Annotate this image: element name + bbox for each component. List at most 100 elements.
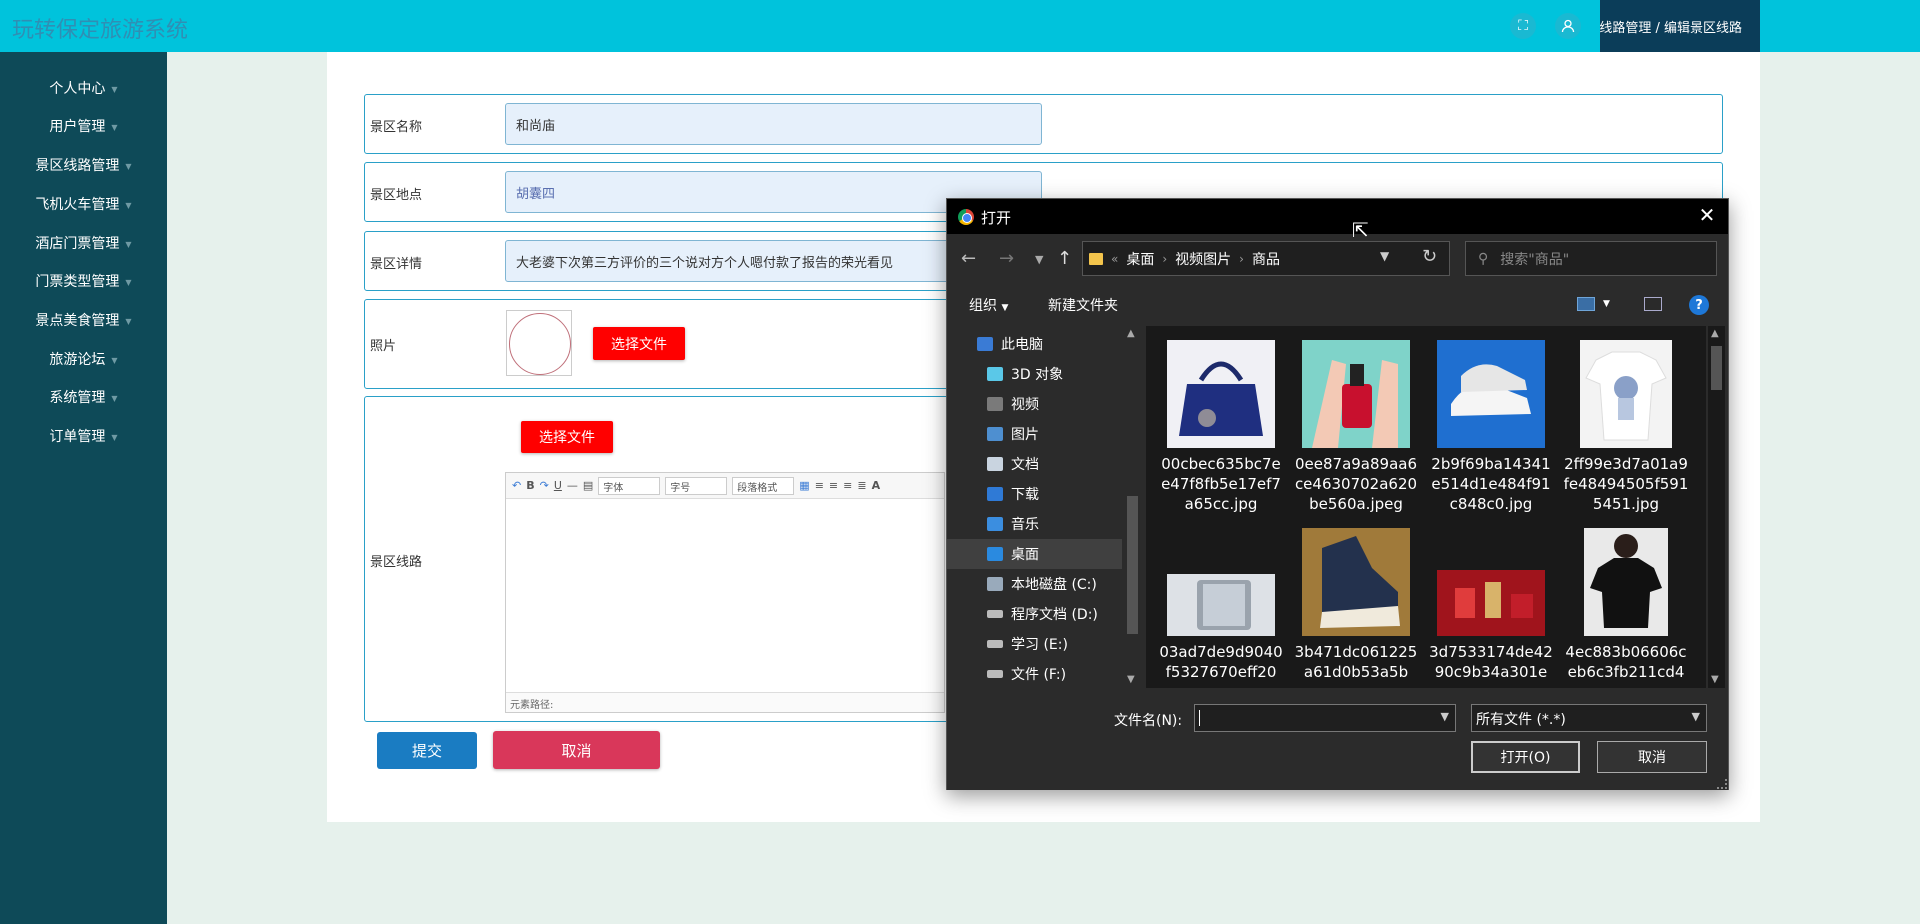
editor-status-bar: 元素路径: <box>506 692 944 712</box>
chevron-down-icon[interactable]: ▼ <box>1603 299 1610 309</box>
file-thumbnail <box>1572 528 1680 636</box>
path-segment[interactable]: 桌面 <box>1126 249 1154 269</box>
file-item[interactable]: 2ff99e3d7a01a9fe48494505f5915451.jpg <box>1561 340 1691 514</box>
scroll-down-icon[interactable]: ▼ <box>1711 674 1719 685</box>
align-left-icon[interactable]: ≡ <box>815 479 824 492</box>
drive-c-icon <box>987 577 1003 591</box>
filename-input[interactable]: ▼ <box>1194 704 1456 732</box>
nav-item-drive-c[interactable]: 本地磁盘 (C:) <box>947 569 1122 599</box>
paste-icon[interactable]: ▤ <box>583 479 593 492</box>
resize-grip[interactable] <box>1717 779 1727 789</box>
horizontal-rule-icon[interactable]: — <box>567 479 578 492</box>
up-icon[interactable]: ↑ <box>1057 248 1072 269</box>
nav-item-music[interactable]: 音乐 <box>947 509 1122 539</box>
file-thumbnail <box>1302 340 1410 448</box>
file-thumbnail <box>1437 528 1545 636</box>
search-icon: ⚲ <box>1478 250 1489 267</box>
dialog-titlebar[interactable]: 打开 ✕ <box>947 199 1728 234</box>
table-icon[interactable]: ▦ <box>799 479 809 492</box>
close-icon[interactable]: ✕ <box>1694 203 1720 227</box>
file-type-select[interactable]: 所有文件 (*.*) ▼ <box>1471 704 1707 732</box>
bold-icon[interactable]: B <box>526 479 534 492</box>
sneakers-thumbnail <box>1437 340 1545 448</box>
forward-icon[interactable]: → <box>999 248 1014 269</box>
align-center-icon[interactable]: ≡ <box>829 479 838 492</box>
download-icon <box>987 487 1003 501</box>
chevron-down-icon[interactable]: ▼ <box>1441 710 1449 723</box>
rich-text-editor[interactable]: ↶ B ↷ U — ▤ 字体 字号 段落格式 ▦ ≡ ≡ ≡ ≣ A 元素路径: <box>505 472 945 713</box>
scroll-up-icon[interactable]: ▲ <box>1127 328 1135 339</box>
files-scrollbar[interactable]: ▲ ▼ <box>1708 326 1725 688</box>
dialog-cancel-button[interactable]: 取消 <box>1597 741 1707 773</box>
font-size-select[interactable]: 字号 <box>665 476 728 495</box>
nav-item-this-pc[interactable]: 此电脑 <box>947 329 1122 359</box>
preview-pane-icon[interactable] <box>1644 297 1662 311</box>
file-item[interactable]: 3b471dc061225a61d0b53a5b <box>1291 528 1421 682</box>
search-input[interactable]: ⚲ 搜索"商品" <box>1465 241 1717 276</box>
nav-item-drive-f[interactable]: 文件 (F:) <box>947 659 1122 688</box>
sidebar-item-food[interactable]: 景点美食管理 ▼ <box>0 301 167 339</box>
sidebar-item-orders[interactable]: 订单管理 ▼ <box>0 417 167 455</box>
path-segment[interactable]: 视频图片 <box>1175 249 1231 269</box>
fullscreen-icon[interactable]: ⛶ <box>1510 13 1536 39</box>
sidebar-item-flights-trains[interactable]: 飞机火车管理 ▼ <box>0 185 167 223</box>
new-folder-button[interactable]: 新建文件夹 <box>1048 295 1118 315</box>
align-right-icon[interactable]: ≡ <box>843 479 852 492</box>
dialog-toolbar: 组织 ▼ 新建文件夹 ▼ ? <box>947 289 1728 321</box>
nav-scrollbar[interactable]: ▲ ▼ <box>1124 326 1141 688</box>
back-icon[interactable]: ← <box>961 248 976 269</box>
sidebar-item-ticket-types[interactable]: 门票类型管理 ▼ <box>0 262 167 300</box>
view-mode-icon[interactable] <box>1577 297 1595 311</box>
paragraph-format-select[interactable]: 段落格式 <box>732 476 795 495</box>
organize-menu[interactable]: 组织 ▼ <box>969 295 1008 315</box>
file-item[interactable]: 00cbec635bc7ee47f8fb5e17ef7a65cc.jpg <box>1156 340 1286 514</box>
user-icon[interactable] <box>1555 13 1581 39</box>
nav-item-pictures[interactable]: 图片 <box>947 419 1122 449</box>
nav-item-3d-objects[interactable]: 3D 对象 <box>947 359 1122 389</box>
open-button[interactable]: 打开(O) <box>1471 741 1580 773</box>
route-choose-file-button[interactable]: 选择文件 <box>521 421 613 453</box>
file-item[interactable]: 03ad7de9d9040f5327670eff20 <box>1156 528 1286 682</box>
nav-item-desktop[interactable]: 桌面 <box>947 539 1122 569</box>
name-input[interactable]: 和尚庙 <box>505 103 1042 145</box>
underline-icon[interactable]: U <box>554 479 562 492</box>
sidebar-item-users[interactable]: 用户管理 ▼ <box>0 107 167 145</box>
nav-item-videos[interactable]: 视频 <box>947 389 1122 419</box>
recent-locations-icon[interactable]: ▼ <box>1035 253 1043 266</box>
font-family-select[interactable]: 字体 <box>598 476 661 495</box>
scroll-up-icon[interactable]: ▲ <box>1711 328 1719 339</box>
files-scrollbar-thumb[interactable] <box>1711 346 1722 390</box>
path-segment[interactable]: 商品 <box>1252 249 1280 269</box>
justify-icon[interactable]: ≣ <box>857 479 866 492</box>
nav-item-drive-e[interactable]: 学习 (E:) <box>947 629 1122 659</box>
sidebar-item-system[interactable]: 系统管理 ▼ <box>0 378 167 416</box>
chevron-down-icon: ▼ <box>125 277 132 287</box>
sidebar-item-personal-center[interactable]: 个人中心 ▼ <box>0 69 167 107</box>
sidebar-item-forum[interactable]: 旅游论坛 ▼ <box>0 340 167 378</box>
submit-button[interactable]: 提交 <box>377 732 477 769</box>
drive-icon <box>987 670 1003 678</box>
photo-preview <box>506 310 572 376</box>
nav-scrollbar-thumb[interactable] <box>1127 496 1138 634</box>
file-item[interactable]: 2b9f69ba14341e514d1e484f91c848c0.jpg <box>1426 340 1556 514</box>
font-color-icon[interactable]: A <box>872 479 881 492</box>
sidebar-item-routes[interactable]: 景区线路管理 ▼ <box>0 146 167 184</box>
photo-choose-file-button[interactable]: 选择文件 <box>593 327 685 360</box>
file-item[interactable]: 0ee87a9a89aa6ce4630702a620be560a.jpeg <box>1291 340 1421 514</box>
sidebar-item-hotel-tickets[interactable]: 酒店门票管理 ▼ <box>0 224 167 262</box>
address-dropdown-icon[interactable]: ▼ <box>1380 249 1389 263</box>
scroll-down-icon[interactable]: ▼ <box>1127 674 1135 685</box>
undo-icon[interactable]: ↶ <box>512 479 521 492</box>
file-item[interactable]: 4ec883b06606ceb6c3fb211cd4 <box>1561 528 1691 682</box>
nav-item-downloads[interactable]: 下载 <box>947 479 1122 509</box>
address-bar[interactable]: « 桌面 › 视频图片 › 商品 <box>1082 241 1450 276</box>
refresh-icon[interactable]: ↻ <box>1422 246 1437 267</box>
dialog-footer: 文件名(N): ▼ 所有文件 (*.*) ▼ 打开(O) 取消 <box>947 688 1728 790</box>
redo-icon[interactable]: ↷ <box>540 479 549 492</box>
help-icon[interactable]: ? <box>1689 295 1709 315</box>
cancel-button[interactable]: 取消 <box>493 731 660 769</box>
nav-item-drive-d[interactable]: 程序文档 (D:) <box>947 599 1122 629</box>
file-item[interactable]: 3d7533174de4290c9b34a301e <box>1426 528 1556 682</box>
nav-item-documents[interactable]: 文档 <box>947 449 1122 479</box>
chevron-down-icon: ▼ <box>125 200 132 210</box>
